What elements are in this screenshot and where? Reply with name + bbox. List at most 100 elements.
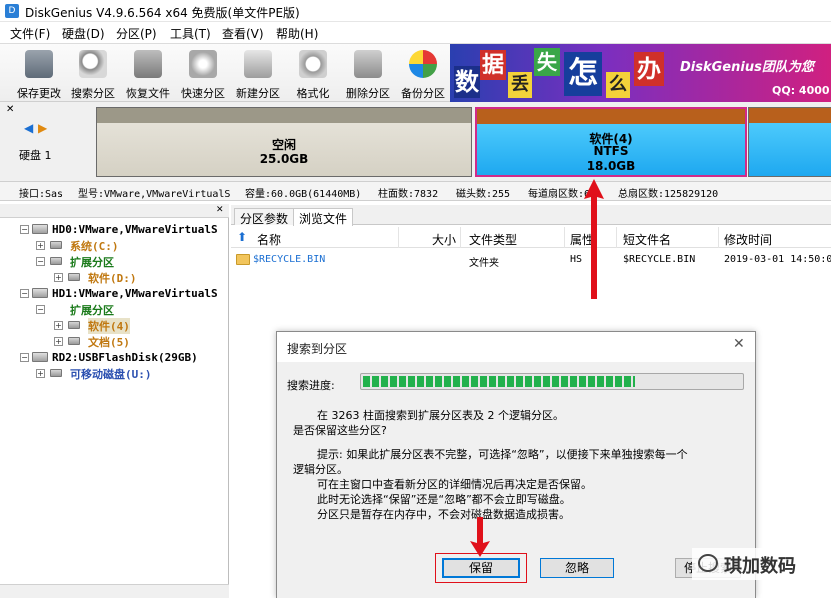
partition-bar [97,108,471,123]
file-modified: 2019-03-01 14:50:0 [724,254,831,265]
tab-browse-files[interactable]: 浏览文件 [293,208,354,226]
dialog-body: 搜索进度: 在 3263 柱面搜索到扩展分区表及 2 个逻辑分区。 是否保留这些… [277,362,755,598]
backup-partition-button[interactable]: 备份分区 [396,48,450,100]
expand-icon[interactable]: + [54,321,63,330]
tree-close-icon[interactable]: ✕ [216,205,224,215]
tree-hd0[interactable]: HD0:VMware,VMwareVirtualS [52,223,218,236]
info-model: 型号:VMware,VMwareVirtualS [78,189,231,200]
search-partition-button[interactable]: 搜索分区 [66,48,120,100]
expand-icon[interactable]: + [36,369,45,378]
column-separator[interactable] [564,227,565,248]
tree-hd0-system[interactable]: 系统(C:) [70,238,119,254]
backup-partition-icon [409,50,437,78]
new-partition-button[interactable]: 新建分区 [231,48,285,100]
file-short-name: $RECYCLE.BIN [623,254,696,265]
title-bar: D DiskGenius V4.9.6.564 x64 免费版(单文件PE版) [0,0,831,22]
column-separator[interactable] [616,227,617,248]
collapse-icon[interactable]: − [20,289,29,298]
collapse-icon[interactable]: − [20,353,29,362]
tree-header: ✕ [0,204,229,218]
collapse-icon[interactable]: − [36,257,45,266]
search-progress-bar [360,373,744,390]
tree-rd2-removable[interactable]: 可移动磁盘(U:) [70,366,152,382]
tab-partition-params[interactable]: 分区参数 [234,208,295,226]
tree-hd0-extended[interactable]: 扩展分区 [70,254,114,270]
disk-info-bar: 接口:Sas 型号:VMware,VMwareVirtualS 容量:60.0G… [0,182,831,201]
disk-icon [32,352,48,362]
tree-hd1-software[interactable]: 软件(4) [88,318,130,334]
partition-fs: NTFS [593,144,629,158]
close-icon[interactable]: ✕ [6,104,14,115]
tree-hd1-documents[interactable]: 文档(5) [88,334,130,350]
collapse-icon[interactable]: − [36,305,45,314]
menu-tools[interactable]: 工具(T) [170,25,211,42]
up-folder-icon[interactable]: ⬆ [237,230,247,244]
partition-bar [477,109,745,124]
partition-size: 25.0GB [259,152,309,166]
collapse-icon[interactable]: − [20,225,29,234]
file-type: 文件夹 [469,258,499,269]
dialog-title: 搜索到分区 [287,342,348,356]
tool-label: 格式化 [296,87,330,100]
close-icon[interactable]: ✕ [733,336,745,352]
watermark: 琪加数码 [692,548,831,580]
annotation-arrow [584,179,604,299]
partition-size: 18.0GB [586,159,636,173]
disk-label: 硬盘 1 [19,149,52,162]
partition-selected[interactable]: 软件(4) NTFS 18.0GB [475,107,747,177]
recover-file-button[interactable]: 恢复文件 [121,48,175,100]
menu-partition[interactable]: 分区(P) [116,25,157,42]
tool-label: 新建分区 [236,87,280,100]
quick-partition-icon [189,50,217,78]
ad-banner[interactable]: 数 据 丢 失 怎 么 办 DiskGenius团队为您 QQ: 4000 [450,44,831,102]
file-name[interactable]: $RECYCLE.BIN [253,254,325,265]
tool-label: 备份分区 [401,87,445,100]
partition-icon [50,257,62,265]
expand-icon[interactable]: + [54,273,63,282]
progress-label: 搜索进度: [287,379,335,392]
partition-icon [50,241,62,249]
column-name[interactable]: 名称 [257,231,281,248]
quick-partition-button[interactable]: 快速分区 [176,48,230,100]
tree-hd1-extended[interactable]: 扩展分区 [70,302,114,318]
next-disk-icon[interactable]: ▶ [38,121,47,135]
partition-icon [68,337,80,345]
banner-qq: QQ: 4000 [772,84,830,97]
column-type[interactable]: 文件类型 [469,231,517,248]
banner-char: 么 [606,72,630,98]
partition-icon [68,273,80,281]
format-button[interactable]: 格式化 [286,48,340,100]
folder-icon [236,254,250,265]
partition-bar [749,108,831,123]
search-partition-icon [79,50,107,78]
column-short-name[interactable]: 短文件名 [623,231,671,248]
column-separator[interactable] [718,227,719,248]
expand-icon[interactable]: + [36,241,45,250]
partition-icon [50,369,62,377]
menu-help[interactable]: 帮助(H) [276,25,318,42]
tree-scrollbar[interactable] [0,584,229,598]
menu-view[interactable]: 查看(V) [222,25,264,42]
partition-next[interactable] [748,107,831,177]
tree-rd2[interactable]: RD2:USBFlashDisk(29GB) [52,351,198,364]
delete-partition-button[interactable]: 删除分区 [341,48,395,100]
save-changes-button[interactable]: 保存更改 [12,48,66,100]
column-modified[interactable]: 修改时间 [724,231,772,248]
menu-file[interactable]: 文件(F) [10,25,50,42]
menu-disk[interactable]: 硬盘(D) [62,25,105,42]
tree-hd1[interactable]: HD1:VMware,VMwareVirtualS [52,287,218,300]
column-size[interactable]: 大小 [432,231,456,248]
disk-tree [0,204,229,598]
banner-char: 失 [534,48,560,76]
previous-disk-icon[interactable]: ◀ [24,121,33,135]
partition-free-space[interactable]: 空闲 25.0GB [96,107,472,177]
ignore-button[interactable]: 忽略 [540,558,614,578]
tool-label: 搜索分区 [71,87,115,100]
tree-hd0-software[interactable]: 软件(D:) [88,270,137,286]
banner-char: 怎 [564,52,602,96]
keep-button[interactable]: 保留 [442,558,520,578]
expand-icon[interactable]: + [54,337,63,346]
dialog-tip: 可在主窗口中查看新分区的详细情况后再决定是否保留。 [317,478,592,491]
column-separator[interactable] [398,227,399,248]
column-separator[interactable] [460,227,461,248]
